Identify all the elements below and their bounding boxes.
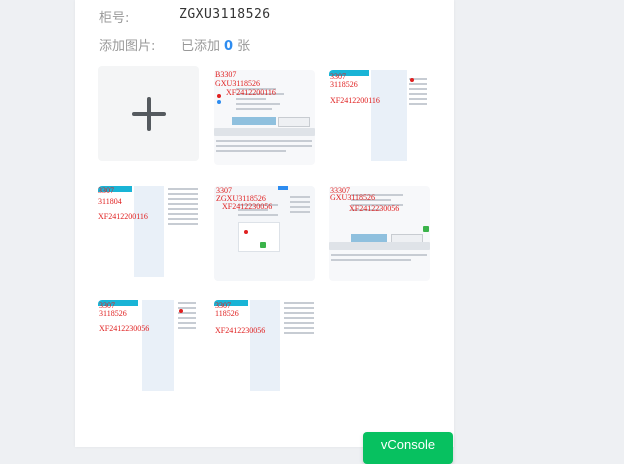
added-prefix: 已添加 <box>181 39 221 54</box>
box-number-label: 柜号: <box>99 11 130 26</box>
image-thumbnail[interactable]: 3307 3118526 XF2412230056 <box>98 300 199 395</box>
plus-icon <box>131 96 166 131</box>
thumbnail-text: GXU3118526 <box>215 79 261 88</box>
box-number-value: ZGXU3118526 <box>179 7 271 22</box>
add-image-button[interactable] <box>98 66 199 161</box>
added-count: 0 <box>224 39 234 54</box>
thumbnail-text: 3118526 <box>99 309 127 318</box>
thumbnail-text: XF2412230056 <box>349 204 400 213</box>
image-thumbnail[interactable]: 3307 ZGXU3118526 XF2412230056 <box>214 186 315 281</box>
image-thumbnail[interactable]: 33307 GXU3118526 XF2412230056 <box>329 186 430 281</box>
image-thumbnail[interactable]: 3307 3118526 XF2412200116 <box>329 70 430 165</box>
image-thumbnail[interactable]: B3307 GXU3118526 XF2412200116 <box>214 70 315 165</box>
thumbnail-text: 311804 <box>98 197 122 206</box>
image-count-row: 添加图片: 已添加 0 张 <box>99 35 250 54</box>
image-thumbnail[interactable]: 3307 118526 XF2412230056 <box>214 300 315 395</box>
added-suffix: 张 <box>237 39 251 54</box>
thumbnail-text: XF2412230056 <box>99 324 150 333</box>
thumbnail-text: XF2412200116 <box>226 88 276 97</box>
thumbnail-text: XF2412200116 <box>98 212 148 221</box>
thumbnail-text: GXU3118526 <box>330 193 376 202</box>
thumbnail-text: 3118526 <box>330 80 358 89</box>
upload-card: 柜号: ZGXU3118526 添加图片: 已添加 0 张 B3307 GXU311… <box>75 0 454 447</box>
vconsole-button[interactable]: vConsole <box>363 432 453 464</box>
image-thumbnail[interactable]: 3307 311804 XF2412200116 <box>98 186 199 281</box>
add-image-label: 添加图片: <box>99 39 156 54</box>
thumbnail-text: XF2412200116 <box>330 96 380 105</box>
box-number-row: 柜号: ZGXU3118526 <box>99 7 270 26</box>
image-count-text: 已添加 0 张 <box>181 35 250 54</box>
thumbnail-text: 3307 <box>98 186 114 195</box>
thumbnail-text: 118526 <box>215 309 239 318</box>
thumbnail-text: XF2412230056 <box>215 326 266 335</box>
thumbnail-text: B3307 <box>215 70 237 79</box>
thumbnail-text: XF2412230056 <box>222 202 273 211</box>
